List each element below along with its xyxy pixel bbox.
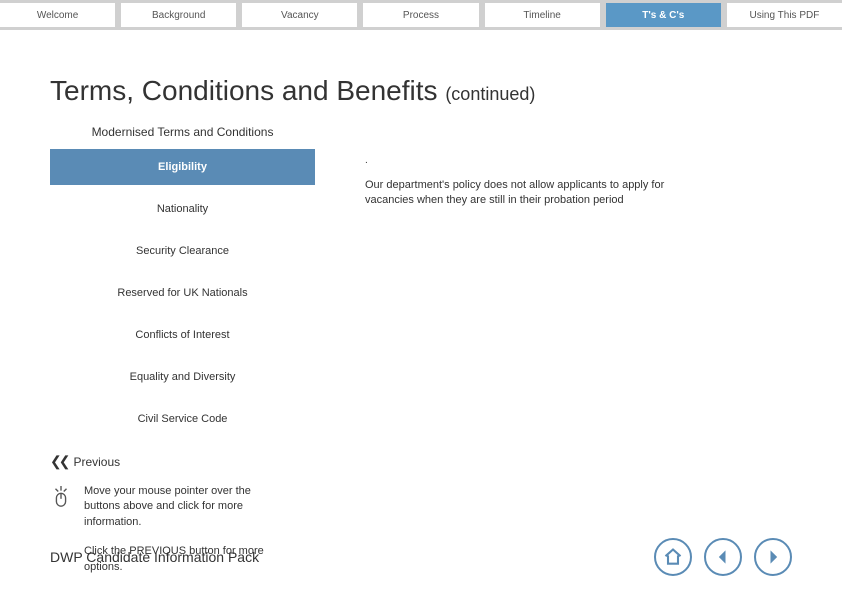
dot-marker: . [365,155,792,166]
hint-text-1: Move your mouse pointer over the buttons… [84,484,264,530]
footer-nav-icons [654,538,792,576]
tab-label: Background [152,10,205,21]
sidebar-item-nationality[interactable]: Nationality [50,191,315,227]
content-area: Terms, Conditions and Benefits (continue… [0,30,842,575]
tab-label: Timeline [523,10,560,21]
policy-text: Our department's policy does not allow a… [365,178,715,209]
main-panel: . Our department's policy does not allow… [365,125,792,575]
tab-label: Process [403,10,439,21]
tab-background[interactable]: Background [121,3,242,27]
tab-label: Vacancy [281,10,319,21]
tab-welcome[interactable]: Welcome [0,3,121,27]
main-layout: Modernised Terms and Conditions Eligibil… [50,125,792,575]
home-button[interactable] [654,538,692,576]
sidebar-item-label: Eligibility [158,161,207,173]
sidebar-item-label: Security Clearance [136,245,229,257]
home-icon [663,547,683,567]
tab-ts-and-cs[interactable]: T's & C's [606,3,727,27]
title-main: Terms, Conditions and Benefits [50,75,445,106]
footer-title: DWP Candidate Information Pack [50,549,259,565]
sidebar-item-eligibility[interactable]: Eligibility [50,149,315,185]
sidebar-item-label: Reserved for UK Nationals [117,287,247,299]
sidebar-item-equality[interactable]: Equality and Diversity [50,359,315,395]
previous-label: Previous [73,455,120,469]
tab-label: Welcome [37,10,79,21]
tab-process[interactable]: Process [363,3,484,27]
nav-forward-button[interactable] [754,538,792,576]
sidebar-item-civil-service-code[interactable]: Civil Service Code [50,401,315,437]
sidebar-heading: Modernised Terms and Conditions [50,125,315,139]
chevron-left-double-icon: ❮❮ [50,453,67,470]
top-nav-bar: Welcome Background Vacancy Process Timel… [0,0,842,30]
sidebar-item-label: Civil Service Code [138,413,228,425]
arrow-right-icon [763,547,783,567]
sidebar-item-label: Equality and Diversity [130,371,236,383]
tab-timeline[interactable]: Timeline [485,3,606,27]
tab-label: T's & C's [642,10,684,21]
tab-label: Using This PDF [749,10,819,21]
page-title: Terms, Conditions and Benefits (continue… [50,75,792,107]
footer: DWP Candidate Information Pack [50,538,792,576]
nav-back-button[interactable] [704,538,742,576]
sidebar-item-label: Conflicts of Interest [135,329,229,341]
sidebar-item-security-clearance[interactable]: Security Clearance [50,233,315,269]
sidebar: Modernised Terms and Conditions Eligibil… [50,125,315,575]
previous-button[interactable]: ❮❮ Previous [50,453,315,470]
mouse-pointer-icon [50,484,72,515]
hint-block: Move your mouse pointer over the buttons… [50,484,315,530]
tab-using-this-pdf[interactable]: Using This PDF [727,3,842,27]
sidebar-item-reserved-uk[interactable]: Reserved for UK Nationals [50,275,315,311]
title-continued: (continued) [445,84,535,104]
arrow-left-icon [713,547,733,567]
tab-vacancy[interactable]: Vacancy [242,3,363,27]
sidebar-item-label: Nationality [157,203,208,215]
sidebar-item-conflicts[interactable]: Conflicts of Interest [50,317,315,353]
